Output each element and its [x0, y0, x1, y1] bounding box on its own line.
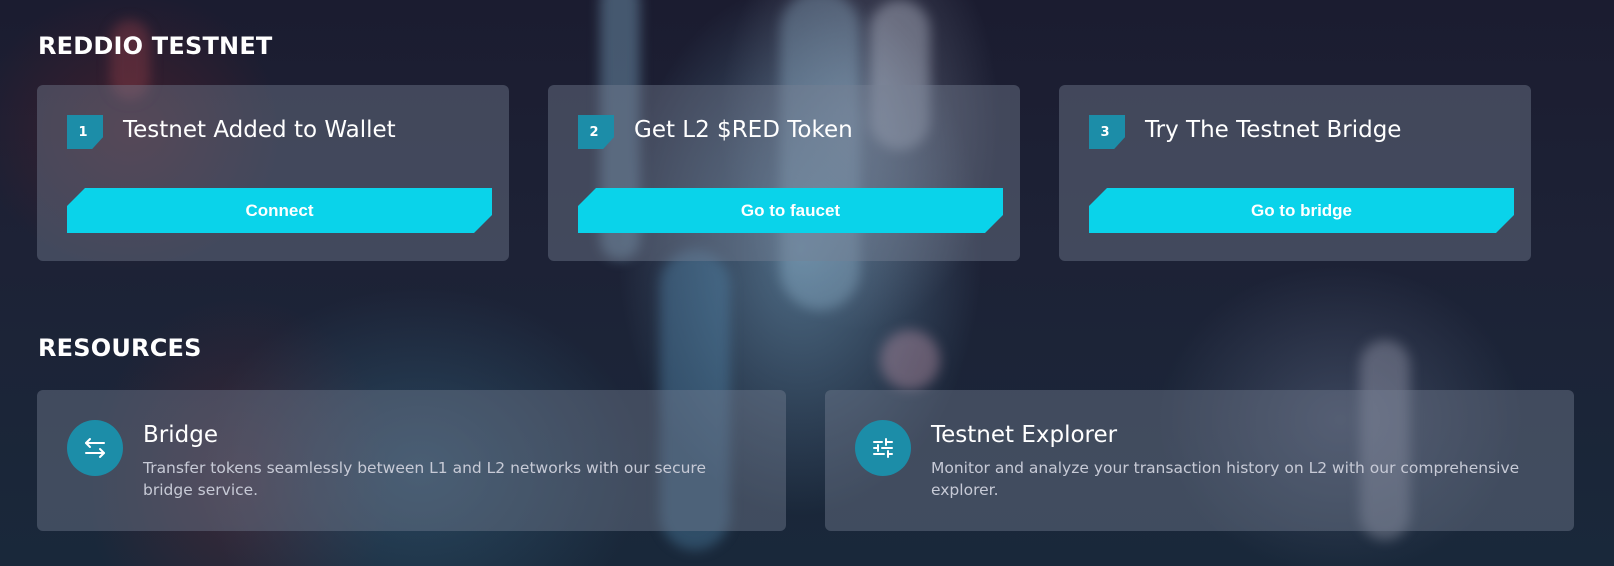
step-title: Try The Testnet Bridge — [1145, 117, 1402, 143]
step-title: Testnet Added to Wallet — [123, 117, 396, 143]
resources-heading: RESOURCES — [38, 334, 202, 362]
resource-title: Bridge — [143, 422, 218, 448]
step-number-badge: 2 — [578, 115, 614, 149]
step-number-badge: 1 — [67, 115, 103, 149]
testnet-heading: REDDIO TESTNET — [38, 32, 273, 60]
resource-description: Monitor and analyze your transaction his… — [931, 459, 1520, 499]
resource-title: Testnet Explorer — [931, 422, 1118, 448]
swap-arrows-icon — [67, 420, 123, 476]
step-card-faucet: 2 Get L2 $RED Token Go to faucet — [548, 85, 1020, 261]
resource-card-testnet-explorer[interactable]: Testnet Explorer Monitor and analyze you… — [825, 390, 1574, 531]
step-card-connect: 1 Testnet Added to Wallet Connect — [37, 85, 509, 261]
step-card-bridge: 3 Try The Testnet Bridge Go to bridge — [1059, 85, 1531, 261]
resource-description: Transfer tokens seamlessly between L1 an… — [143, 459, 706, 499]
go-to-faucet-button[interactable]: Go to faucet — [578, 188, 1003, 233]
step-number-badge: 3 — [1089, 115, 1125, 149]
step-title: Get L2 $RED Token — [634, 117, 853, 143]
resource-card-bridge[interactable]: Bridge Transfer tokens seamlessly betwee… — [37, 390, 786, 531]
connect-button[interactable]: Connect — [67, 188, 492, 233]
sliders-icon — [855, 420, 911, 476]
go-to-bridge-button[interactable]: Go to bridge — [1089, 188, 1514, 233]
